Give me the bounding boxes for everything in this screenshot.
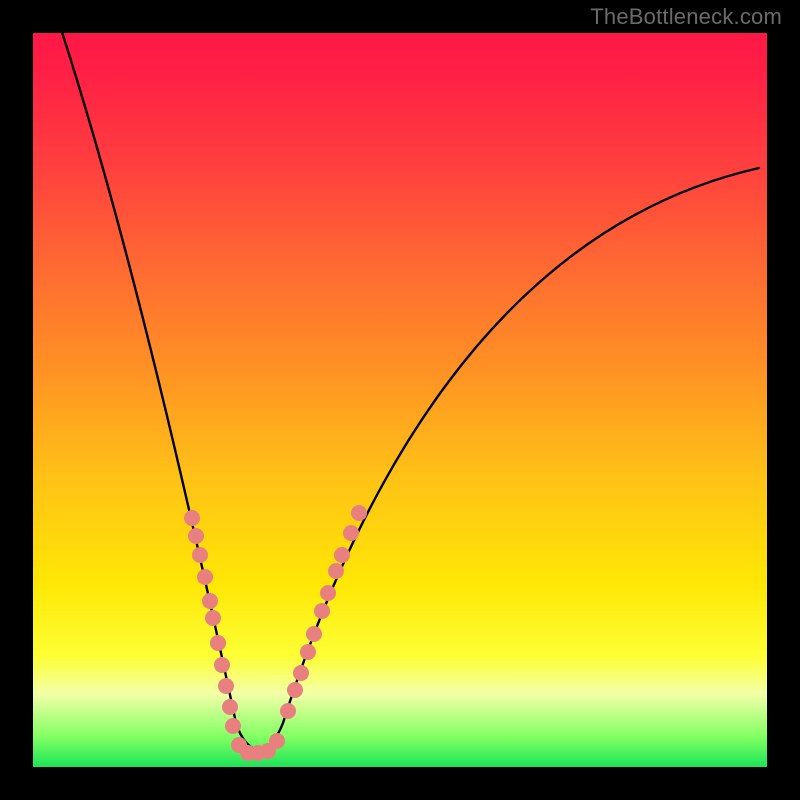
data-point-marker xyxy=(205,610,221,626)
chart-overlay-svg xyxy=(33,33,767,767)
data-point-marker xyxy=(300,644,316,660)
data-point-marker xyxy=(210,635,226,651)
data-point-group xyxy=(184,505,367,761)
data-point-marker xyxy=(214,657,230,673)
data-point-marker xyxy=(222,699,238,715)
data-point-marker xyxy=(269,733,285,749)
data-point-marker xyxy=(280,703,296,719)
data-point-marker xyxy=(320,585,336,601)
data-point-marker xyxy=(192,547,208,563)
chart-frame: TheBottleneck.com xyxy=(0,0,800,800)
data-point-marker xyxy=(343,525,359,541)
data-point-marker xyxy=(287,682,303,698)
data-point-marker xyxy=(184,510,200,526)
data-point-marker xyxy=(334,547,350,563)
bottleneck-curve xyxy=(59,33,759,749)
watermark-text: TheBottleneck.com xyxy=(590,4,782,30)
data-point-marker xyxy=(188,528,204,544)
data-point-marker xyxy=(218,678,234,694)
data-point-marker xyxy=(306,626,322,642)
plot-gradient-area xyxy=(33,33,767,767)
data-point-marker xyxy=(197,569,213,585)
data-point-marker xyxy=(202,593,218,609)
data-point-marker xyxy=(328,563,344,579)
data-point-marker xyxy=(293,665,309,681)
data-point-marker xyxy=(351,505,367,521)
data-point-marker xyxy=(225,718,241,734)
data-point-marker xyxy=(314,603,330,619)
